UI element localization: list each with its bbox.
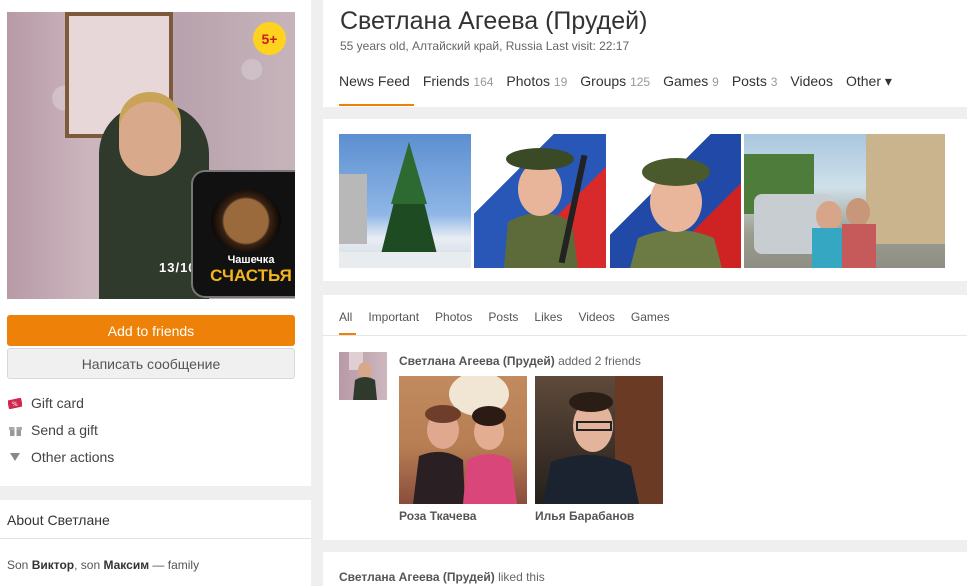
profile-avatar[interactable]: 13/10 Чашечка СЧАСТЬЯ xyxy=(7,12,295,299)
nav-count: 3 xyxy=(770,75,778,89)
gift-card-label: Gift card xyxy=(31,395,84,411)
send-gift-link[interactable]: Send a gift xyxy=(7,420,98,440)
feed-author-avatar[interactable] xyxy=(339,352,387,400)
liked-event-text: Светлана Агеева (Прудей) liked this xyxy=(339,570,545,584)
divider xyxy=(323,335,967,336)
nav-other-dropdown[interactable]: Other ▾ xyxy=(846,73,892,90)
nav-photos[interactable]: Photos 19 xyxy=(506,73,567,90)
nav-count: 164 xyxy=(473,75,494,89)
age-badge: 5+ xyxy=(253,22,286,55)
gift-card-icon: % xyxy=(7,395,23,411)
svg-text:%: % xyxy=(12,401,18,408)
nav-news-feed[interactable]: News Feed xyxy=(339,73,410,90)
nav-count: 19 xyxy=(553,75,568,89)
feed-tabs: All Important Photos Posts Likes Videos … xyxy=(339,310,686,324)
divider xyxy=(0,538,311,539)
avatar-face xyxy=(119,102,181,176)
nav-friends[interactable]: Friends 164 xyxy=(423,73,494,90)
nav-videos[interactable]: Videos xyxy=(790,73,833,90)
family-member-link[interactable]: Виктор xyxy=(32,558,74,572)
friend-name-link[interactable]: Роза Ткачева xyxy=(399,509,476,523)
profile-subtitle: 55 years old, Алтайский край, Russia Las… xyxy=(340,39,630,53)
send-message-button[interactable]: Написать сообщение xyxy=(7,348,295,379)
nav-count: 125 xyxy=(630,75,651,89)
photo-thumbnail[interactable] xyxy=(474,134,606,268)
feed-author-link[interactable]: Светлана Агеева (Прудей) xyxy=(339,570,495,584)
photo-thumbnail[interactable] xyxy=(339,134,471,268)
friend-photo[interactable] xyxy=(399,376,527,504)
coffee-cup-icon xyxy=(211,190,281,252)
photo-thumbnail[interactable] xyxy=(744,134,945,268)
nav-count: 9 xyxy=(712,75,719,89)
sticker-text-line2: СЧАСТЬЯ xyxy=(210,266,292,285)
feed-event-text: Светлана Агеева (Прудей) added 2 friends xyxy=(399,354,641,368)
feed-tab-all[interactable]: All xyxy=(339,310,352,324)
avatar-sticker: Чашечка СЧАСТЬЯ xyxy=(193,172,295,296)
photo-thumbnail[interactable] xyxy=(610,134,741,268)
nav-active-indicator xyxy=(339,104,414,106)
friend-name-link[interactable]: Илья Барабанов xyxy=(535,509,634,523)
profile-nav: News Feed Friends 164 Photos 19 Groups 1… xyxy=(339,73,905,90)
profile-name: Светлана Агеева (Прудей) xyxy=(340,7,648,35)
family-member-link[interactable]: Максим xyxy=(103,558,149,572)
about-family: Son Виктор, son Максим — family xyxy=(7,558,200,572)
feed-tab-videos[interactable]: Videos xyxy=(578,310,614,324)
nav-games[interactable]: Games 9 xyxy=(663,73,719,90)
nav-posts[interactable]: Posts 3 xyxy=(732,73,778,90)
gift-icon xyxy=(7,422,23,438)
friend-photo[interactable] xyxy=(535,376,663,504)
gift-card-link[interactable]: % Gift card xyxy=(7,393,84,413)
other-actions-link[interactable]: Other actions xyxy=(7,447,114,467)
feed-tab-important[interactable]: Important xyxy=(368,310,419,324)
feed-tab-posts[interactable]: Posts xyxy=(488,310,518,324)
feed-tab-likes[interactable]: Likes xyxy=(534,310,562,324)
send-gift-label: Send a gift xyxy=(31,422,98,438)
nav-groups[interactable]: Groups 125 xyxy=(580,73,650,90)
feed-tab-games[interactable]: Games xyxy=(631,310,670,324)
sticker-text-line1: Чашечка xyxy=(227,254,275,266)
feed-author-link[interactable]: Светлана Агеева (Прудей) xyxy=(399,354,555,368)
feed-tab-photos[interactable]: Photos xyxy=(435,310,472,324)
triangle-down-icon xyxy=(7,449,23,465)
avatar-date-stamp: 13/10 xyxy=(159,260,197,275)
other-actions-label: Other actions xyxy=(31,449,115,465)
add-to-friends-button[interactable]: Add to friends xyxy=(7,315,295,346)
about-title[interactable]: About Светлане xyxy=(7,512,110,528)
